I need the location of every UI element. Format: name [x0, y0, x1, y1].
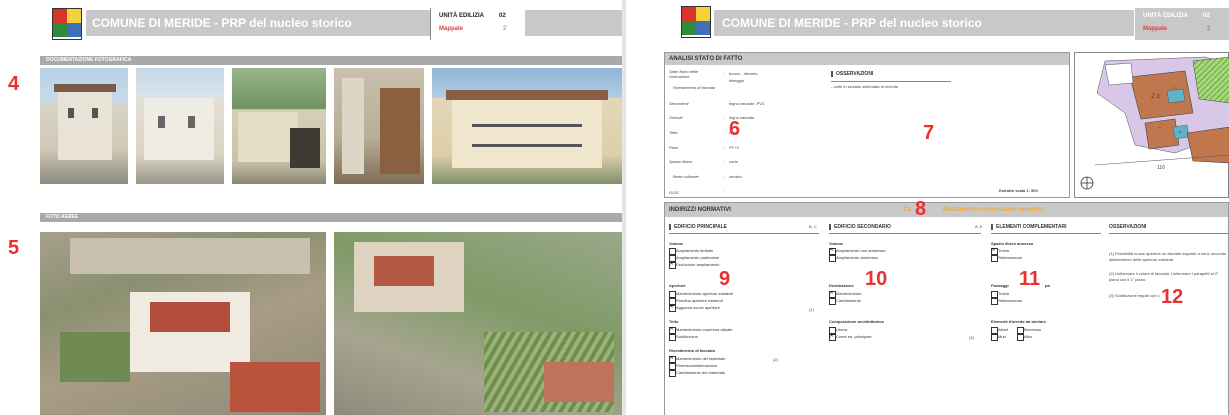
number-7: 7 — [923, 122, 935, 144]
checkbox-muri[interactable]: Muri — [991, 334, 1006, 341]
osservazione-1: (1) Possibilità nuove aperture su faccia… — [1109, 251, 1227, 262]
right-header-title: COMUNE DI MERIDE - PRP del nucleo storic… — [722, 16, 982, 30]
checkbox-sistemazione-spazio[interactable]: Sistemazione — [991, 255, 1022, 262]
checkbox-rinfresco[interactable]: Rinfresco/sistemazione — [669, 363, 717, 370]
meride-coat-of-arms-logo — [52, 8, 82, 40]
left-header-bar: COMUNE DI MERIDE - PRP del nucleo storic… — [86, 10, 622, 36]
map-label-c: c — [1173, 85, 1175, 90]
checkbox-ampliamento-limitato[interactable]: Ampliamento limitato — [669, 248, 713, 255]
number-11: 11 — [1019, 268, 1041, 290]
checkbox-tutela-spazio[interactable]: Tutela — [991, 247, 1009, 255]
checkbox-alberi[interactable]: Alberi — [991, 327, 1008, 334]
elementi-complementari-header: ELEMENTI COMPLEMENTARI — [991, 224, 1066, 230]
aerial-photo-2 — [334, 232, 622, 415]
right-page: COMUNE DI MERIDE - PRP del nucleo storic… — [626, 0, 1229, 415]
number-9: 9 — [719, 268, 731, 290]
osservazioni-indirizzi-header: OSSERVAZIONI — [1109, 224, 1147, 230]
checkbox-altro[interactable]: Altro — [1017, 334, 1032, 341]
photo-4 — [334, 68, 424, 184]
left-unita-box: UNITÀ EDILIZIA 02 Mappale 2 — [430, 8, 525, 40]
checkbox-ampliamento-non-ammesso[interactable]: Ampliamento non ammesso — [829, 247, 886, 255]
checkbox-cambiamento-destinazione[interactable]: Cambiamento — [829, 298, 861, 305]
checkbox-tutela-passaggi[interactable]: Tutela — [991, 291, 1009, 298]
number-4: 4 — [8, 73, 20, 95]
photo-2 — [136, 68, 224, 184]
checkbox-mantenimento-materiale[interactable]: Mantenimento del materiale — [669, 355, 725, 363]
section-documentazione-fotografica: DOCUMENTAZIONE FOTOGRAFICA — [40, 56, 622, 65]
number-8: 8 — [915, 198, 927, 220]
left-header-title: COMUNE DI MERIDE - PRP del nucleo storic… — [92, 16, 352, 30]
checkbox-come-ed-principale[interactable]: Come ed. principale — [829, 333, 872, 341]
osservazioni-analisi-text: - corte in selciato sistemata di recente — [831, 84, 899, 89]
analisi-stato-di-fatto-box: ANALISI STATO DI FATTO Stato fisico dell… — [664, 52, 1070, 198]
section-foto-aeree: FOTO AEREE — [40, 213, 622, 222]
indirizzi-normativi-box: INDIRIZZI NORMATIVI Ca Riattamento conse… — [664, 198, 1229, 415]
checkbox-riordino-aperture[interactable]: Riordino aperture esistenti — [669, 298, 723, 305]
cadastral-map-extract: 2 c c b A 116 — [1074, 52, 1229, 198]
photo-1 — [40, 68, 128, 184]
cadastral-map-svg — [1080, 56, 1229, 190]
number-12: 12 — [1161, 286, 1184, 308]
osservazione-3: (3) Sostituzione tegole con c — [1109, 293, 1160, 298]
analisi-title: ANALISI STATO DI FATTO — [665, 53, 1069, 65]
checkbox-ampliamento-particolare[interactable]: Ampliamento particolare — [669, 255, 719, 262]
categoria-prefix: Ca — [903, 207, 911, 213]
map-label-b: b — [1159, 125, 1162, 130]
map-label-2c: 2 c — [1151, 93, 1161, 100]
left-page: COMUNE DI MERIDE - PRP del nucleo storic… — [0, 0, 622, 415]
estratto-scala: Estratto scala 1: 500 — [999, 188, 1038, 193]
photo-3 — [232, 68, 326, 184]
checkbox-ampliamento-ammesso[interactable]: Ampliamento ammesso — [829, 255, 878, 262]
categoria-label: Riattamento conservativo semplice — [943, 207, 1044, 213]
right-unita-box: UNITÀ EDILIZIA 02 Mappale 2 — [1134, 8, 1229, 40]
checkbox-aggiunta-aperture[interactable]: Aggiunta nuove aperture — [669, 304, 720, 312]
checkbox-cambiamento-materiale[interactable]: Cambiamento del materiale — [669, 370, 725, 377]
meride-coat-of-arms-logo — [681, 6, 711, 38]
checkbox-sostituzione-tetto[interactable]: Sostituzione — [669, 334, 698, 341]
checkbox-mantenimento-destinazione[interactable]: Mantenimento — [829, 290, 861, 298]
edificio-secondario-header: EDIFICIO SECONDARIO — [829, 224, 891, 230]
osservazione-2: (2) Uniformare il colore di facciata. Un… — [1109, 271, 1219, 282]
edificio-principale-header: EDIFICIO PRINCIPALE — [669, 224, 727, 230]
map-label-a: A — [1179, 129, 1182, 134]
number-6: 6 — [729, 118, 741, 140]
checkbox-sistemazione-passaggi[interactable]: Sistemazione — [991, 298, 1022, 305]
osservazioni-analisi-title: OSSERVAZIONI — [831, 71, 873, 77]
checkbox-esclusione-ampliamento[interactable]: Esclusione ampliamento — [669, 261, 719, 269]
number-5: 5 — [8, 237, 20, 259]
number-10: 10 — [865, 268, 888, 290]
photo-5 — [432, 68, 622, 184]
checkbox-bercesau[interactable]: Bercesau — [1017, 327, 1041, 334]
aerial-photo-1 — [40, 232, 326, 415]
map-label-116: 116 — [1157, 165, 1165, 171]
checkbox-mantenimento-copertura[interactable]: Mantenimento copertura attuale — [669, 326, 732, 334]
checkbox-mantenimento-aperture[interactable]: Mantenimento aperture esistenti — [669, 291, 733, 298]
